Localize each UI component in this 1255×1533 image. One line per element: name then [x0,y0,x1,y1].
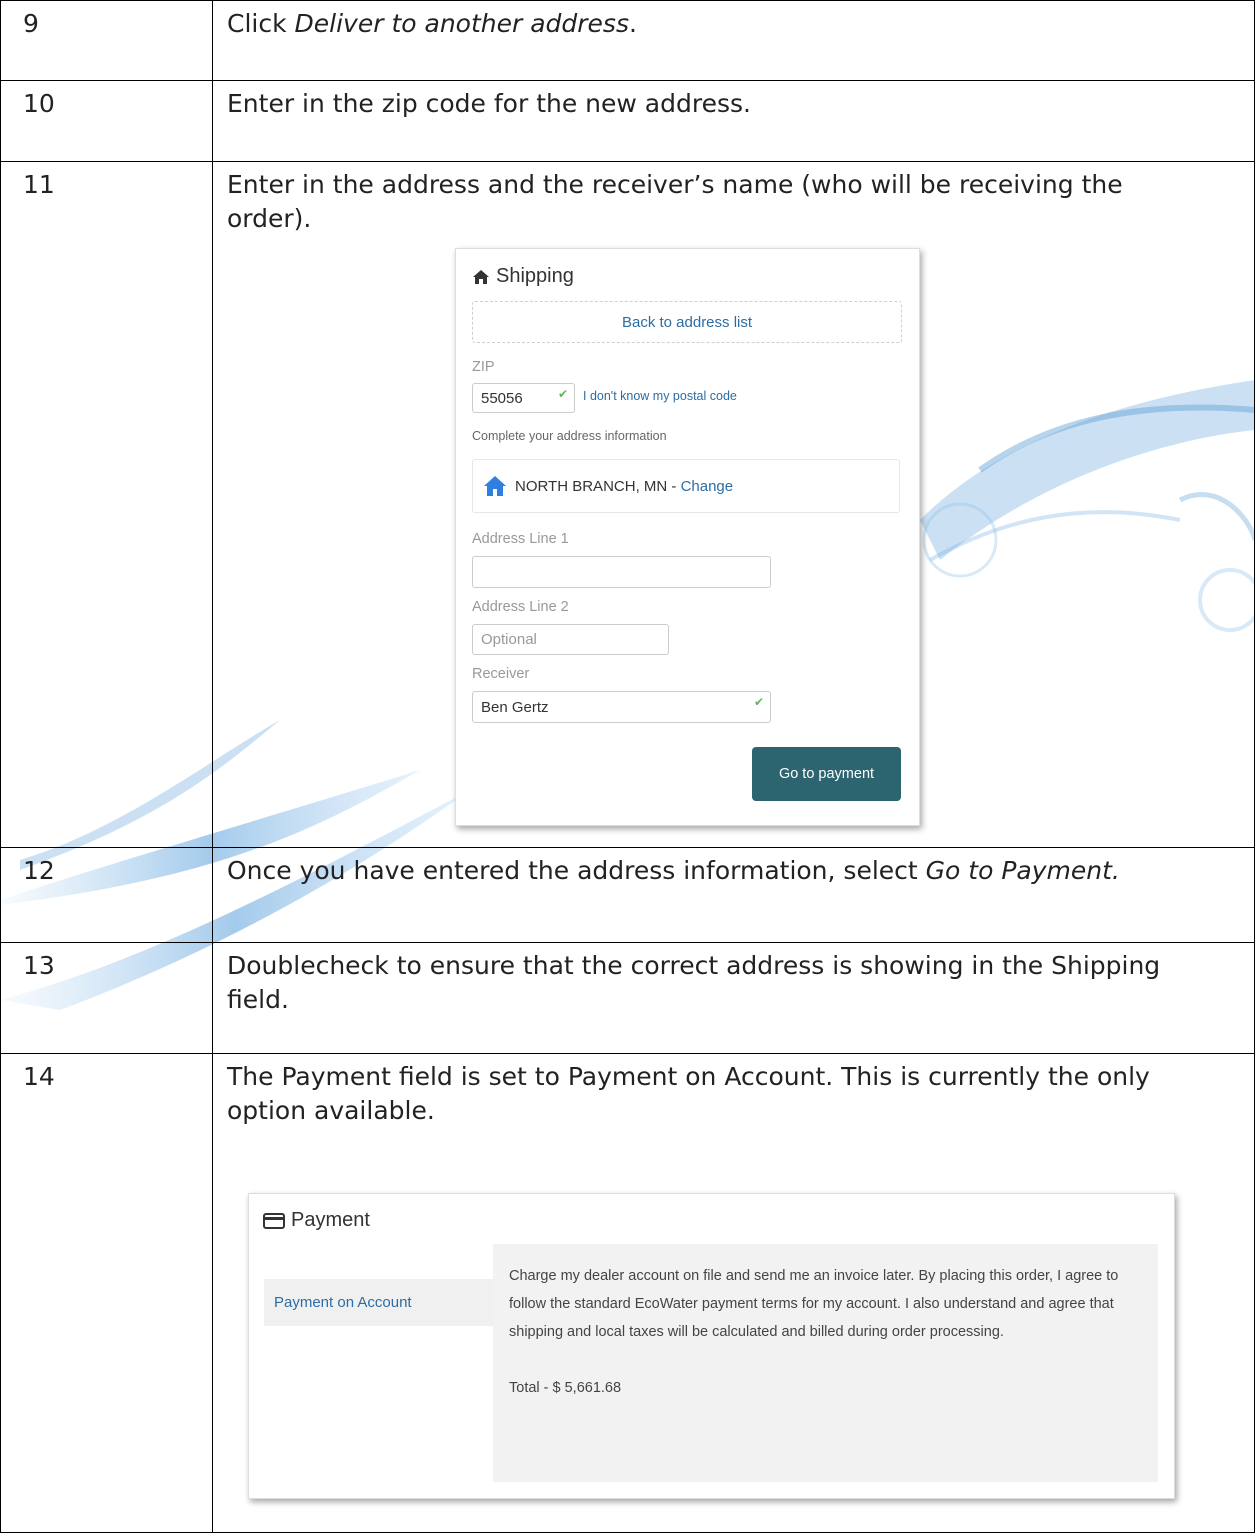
shipping-title: Shipping [496,265,574,287]
zip-label: ZIP [472,359,495,375]
city-name: NORTH BRANCH, MN - [515,477,681,495]
step-text-part: Once you have entered the address inform… [227,856,926,885]
receiver-label: Receiver [472,666,530,682]
payment-header: Payment [263,1209,370,1232]
house-icon [484,476,506,496]
step-text-part: . [628,9,637,38]
step-emphasis: Deliver to another address [294,9,629,38]
payment-description-panel: Charge my dealer account on file and sen… [493,1244,1158,1482]
address-line-2-label: Address Line 2 [472,599,569,615]
step-row: 9 Click Deliver to another address. [0,0,1255,81]
go-to-payment-button[interactable]: Go to payment [752,747,901,801]
payment-title: Payment [291,1209,370,1231]
step-number: 10 [23,89,55,118]
step-text: Enter in the address and the receiver’s … [227,170,1123,233]
step-text: The Payment field is set to Payment on A… [227,1062,1150,1125]
address-hint: Complete your address information [472,429,667,443]
step-number: 14 [23,1062,55,1091]
home-icon [473,269,489,284]
step-row: 10 Enter in the zip code for the new add… [0,80,1255,162]
credit-card-icon [263,1212,285,1229]
back-to-address-list-link[interactable]: Back to address list [472,301,902,343]
step-number: 11 [23,170,55,199]
step-text-part: Click [227,9,295,38]
payment-on-account-tab[interactable]: Payment on Account [264,1279,494,1326]
zip-value: 55056 [481,389,523,407]
shipping-panel: Shipping Back to address list ZIP 55056 … [455,248,920,826]
payment-panel: Payment Payment on Account Charge my dea… [248,1193,1175,1499]
order-total: Total - $ 5,661.68 [509,1380,622,1396]
city-selection: NORTH BRANCH, MN - Change [472,459,900,513]
step-number: 9 [23,9,39,38]
checkmark-icon: ✔ [753,695,764,709]
step-number: 12 [23,856,55,885]
step-text: Doublecheck to ensure that the correct a… [227,951,1161,1014]
shipping-header: Shipping [472,265,574,288]
address-line-1-label: Address Line 1 [472,531,569,547]
change-city-link[interactable]: Change [681,478,734,495]
address-line-1-input[interactable] [472,556,771,588]
receiver-input[interactable]: Ben Gertz ✔ [472,691,771,723]
address-line-2-input[interactable]: Optional [472,624,669,655]
step-number: 13 [23,951,55,980]
payment-terms-text: Charge my dealer account on file and sen… [509,1268,1119,1340]
city-text: NORTH BRANCH, MN - Change [515,478,733,495]
step-row: 12 Once you have entered the address inf… [0,847,1255,943]
step-text: Click Deliver to another address. [213,1,1254,41]
postal-code-help-link[interactable]: I don't know my postal code [583,389,737,403]
zip-input[interactable]: 55056 ✔ [472,383,575,413]
step-text: Enter in the zip code for the new addres… [227,89,751,118]
step-text: Once you have entered the address inform… [213,848,1254,888]
checkmark-icon: ✔ [557,387,568,401]
receiver-value: Ben Gertz [481,698,549,716]
document-page: 9 Click Deliver to another address. 10 E… [0,0,1255,1533]
step-emphasis: Go to Payment. [925,856,1120,885]
step-row: 13 Doublecheck to ensure that the correc… [0,942,1255,1054]
